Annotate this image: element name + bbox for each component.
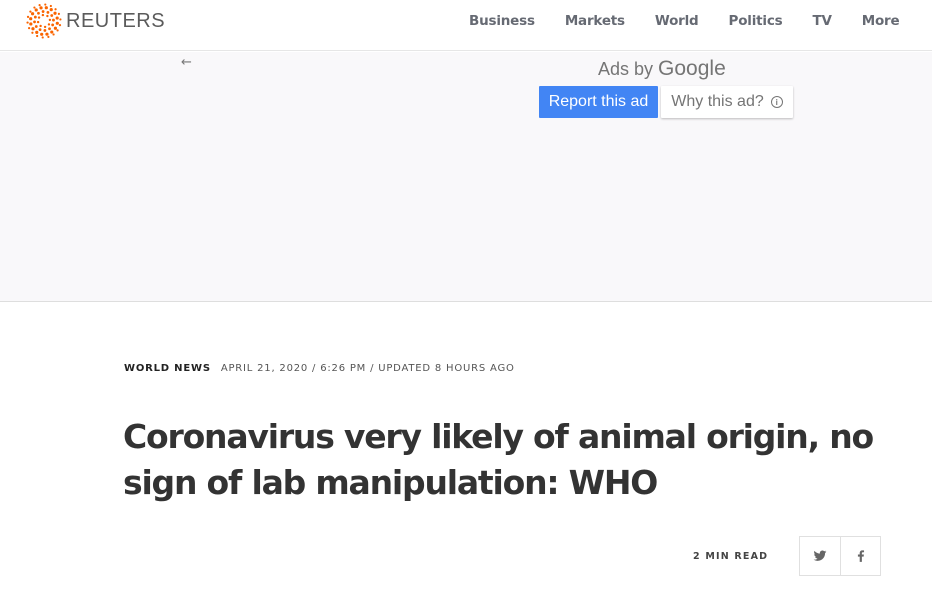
logo-dot <box>48 18 52 22</box>
logo-dot <box>39 6 43 10</box>
logo-dot <box>53 11 57 15</box>
dateline: APRIL 21, 2020 / 6:26 PM / UPDATED 8 HOU… <box>220 363 515 374</box>
share-twitter-button[interactable] <box>800 537 840 575</box>
logo-dot <box>41 10 45 13</box>
logo-dot <box>53 26 58 30</box>
article-meta: WORLD NEWS APRIL 21, 2020 / 6:26 PM / UP… <box>124 363 515 374</box>
nav-markets[interactable]: Markets <box>565 13 625 29</box>
main-nav: Business Markets World Politics TV More <box>469 13 929 29</box>
logo-dot <box>49 4 52 8</box>
logo-dot <box>51 23 55 27</box>
logo-dot <box>30 12 35 16</box>
logo-dot <box>29 10 32 13</box>
ads-by-text: Ads by <box>598 59 654 79</box>
logo-dot <box>35 30 39 35</box>
logo-dot <box>55 16 59 20</box>
why-this-ad-button[interactable]: Why this ad? i <box>661 86 793 118</box>
logo-dot <box>44 6 48 10</box>
logo-dot <box>39 24 42 28</box>
logo-dot <box>56 29 59 32</box>
facebook-icon <box>857 550 864 562</box>
logo-dot <box>29 17 33 21</box>
logo-dot <box>31 31 34 34</box>
reuters-logo-icon <box>26 3 62 39</box>
report-ad-button[interactable]: Report this ad <box>539 86 658 118</box>
logo-dot <box>33 20 36 24</box>
logo-dot <box>33 6 36 9</box>
logo-dot <box>46 10 50 14</box>
logo-dot <box>31 27 35 31</box>
logo-dot <box>55 21 59 25</box>
logo-dot <box>36 34 39 38</box>
logo-dot <box>38 3 41 7</box>
logo-dot <box>26 21 29 24</box>
twitter-icon <box>813 550 827 561</box>
logo-dot <box>47 35 50 39</box>
ads-by-google-label: Ads by Google <box>598 57 726 81</box>
logo-dot <box>33 15 37 19</box>
logo-dot <box>29 22 33 26</box>
logo-dot <box>43 29 47 32</box>
read-time: 2 MIN READ <box>693 551 769 562</box>
logo-dot <box>45 32 49 36</box>
logo-dot <box>37 11 40 15</box>
logo-dot <box>26 15 30 18</box>
nav-world[interactable]: World <box>655 13 699 29</box>
ad-container: ← Ads by Google Report this ad Why this … <box>0 52 932 302</box>
nav-tv[interactable]: TV <box>812 13 831 29</box>
logo-dot <box>28 26 31 30</box>
logo-dot <box>41 36 44 39</box>
reuters-logo[interactable]: REUTERS <box>26 3 165 39</box>
nav-politics[interactable]: Politics <box>729 13 783 29</box>
why-this-ad-label: Why this ad? <box>671 93 764 110</box>
nav-business[interactable]: Business <box>469 13 535 29</box>
logo-dot <box>37 16 41 19</box>
logo-dot <box>57 12 60 16</box>
logo-dot <box>52 18 55 22</box>
logo-dot <box>59 18 62 21</box>
logo-dot <box>54 8 57 11</box>
logo-dot <box>36 20 40 24</box>
logo-dot <box>50 30 54 34</box>
logo-dot <box>46 14 49 18</box>
logo-dot <box>58 24 62 27</box>
logo-dot <box>34 25 38 28</box>
logo-text: REUTERS <box>66 9 166 32</box>
logo-dot <box>38 28 42 32</box>
share-buttons <box>799 536 881 576</box>
logo-dot <box>40 32 44 36</box>
logo-dot <box>48 27 51 31</box>
logo-dot <box>43 25 47 29</box>
info-icon: i <box>770 96 783 108</box>
nav-more[interactable]: More <box>862 13 900 29</box>
google-text: Google <box>658 57 726 80</box>
logo-dot <box>49 7 53 12</box>
logo-dot <box>34 8 38 12</box>
top-navigation-bar: REUTERS Business Markets World Politics … <box>0 0 932 51</box>
share-facebook-button[interactable] <box>840 537 880 575</box>
report-ad-label: Report this ad <box>548 93 649 110</box>
logo-dot <box>44 3 47 6</box>
section-link[interactable]: WORLD NEWS <box>124 363 211 374</box>
logo-dot <box>41 13 45 17</box>
logo-dot <box>50 14 54 17</box>
arrow-left-icon[interactable]: ← <box>181 55 192 70</box>
article-headline: Coronavirus very likely of animal origin… <box>123 417 874 502</box>
logo-dot <box>52 33 55 36</box>
logo-dot <box>47 23 51 26</box>
